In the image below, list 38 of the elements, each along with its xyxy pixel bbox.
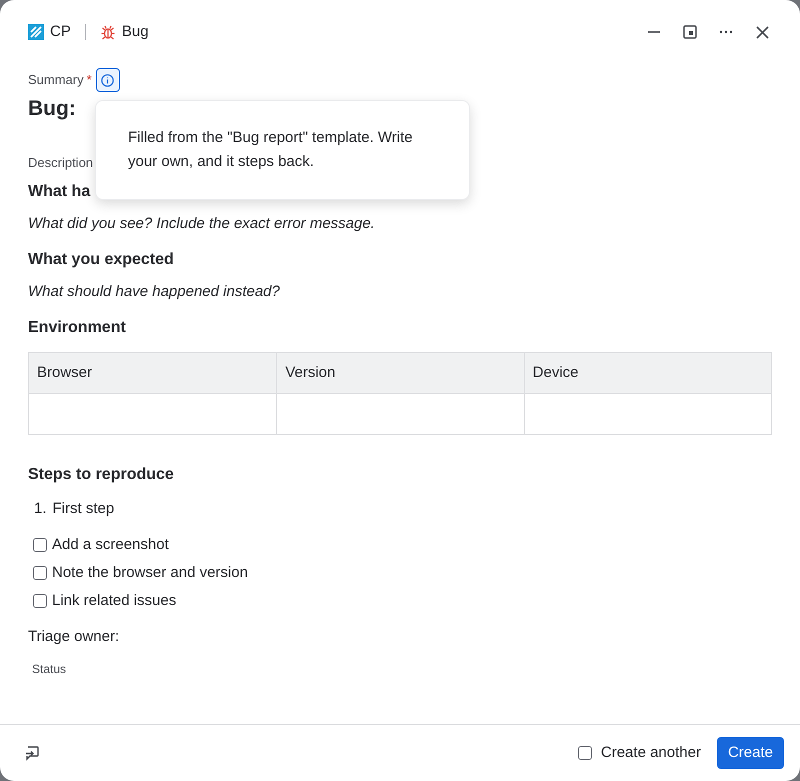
section-heading: What ha — [28, 183, 90, 200]
checkbox[interactable] — [33, 594, 47, 608]
field-label: Summary — [28, 71, 84, 90]
issue-type[interactable]: Bug — [122, 20, 149, 44]
window-icon — [683, 25, 697, 39]
more-icon — [719, 30, 733, 34]
list-item-text: First step — [52, 498, 114, 519]
create-button[interactable]: Create — [716, 737, 784, 769]
checkbox[interactable] — [578, 746, 592, 760]
field-label: Status — [32, 662, 66, 676]
tooltip-text: Filled from the "Bug report" template. Write your own, and it steps back. — [128, 128, 414, 172]
close-icon — [756, 26, 768, 38]
project-logo-icon — [28, 24, 44, 40]
required-mark: * — [86, 71, 92, 90]
table-header-cell: Version — [276, 353, 524, 394]
list-number: 1. — [34, 498, 47, 519]
checklist-item-text: Add a screenshot — [52, 534, 169, 555]
paragraph-text: Triage owner: — [28, 626, 120, 647]
checklist-item-text: Note the browser and version — [52, 562, 248, 583]
table-header-cell: Browser — [29, 353, 276, 394]
section-heading: Steps to reproduce — [28, 466, 174, 483]
feedback-icon[interactable] — [24, 745, 40, 761]
summary-field[interactable]: Bug: — [28, 93, 76, 125]
section-heading: What you expected — [28, 251, 174, 268]
minimize-icon — [648, 31, 660, 33]
info-button[interactable] — [96, 68, 120, 92]
project-name[interactable]: CP — [50, 20, 71, 44]
checkbox[interactable] — [33, 538, 47, 552]
field-label: Description — [28, 154, 94, 172]
hint-text: What should have happened instead? — [28, 283, 280, 300]
checklist-item-text: Link related issues — [52, 590, 176, 611]
bug-icon — [100, 24, 116, 40]
table-header-cell: Device — [524, 353, 771, 394]
checkbox-label: Create another — [600, 742, 701, 763]
info-icon — [101, 74, 114, 86]
hint-text: What did you see? Include the exact error message. — [28, 215, 375, 232]
section-heading: Environment — [28, 319, 126, 336]
checkbox[interactable] — [33, 566, 47, 580]
